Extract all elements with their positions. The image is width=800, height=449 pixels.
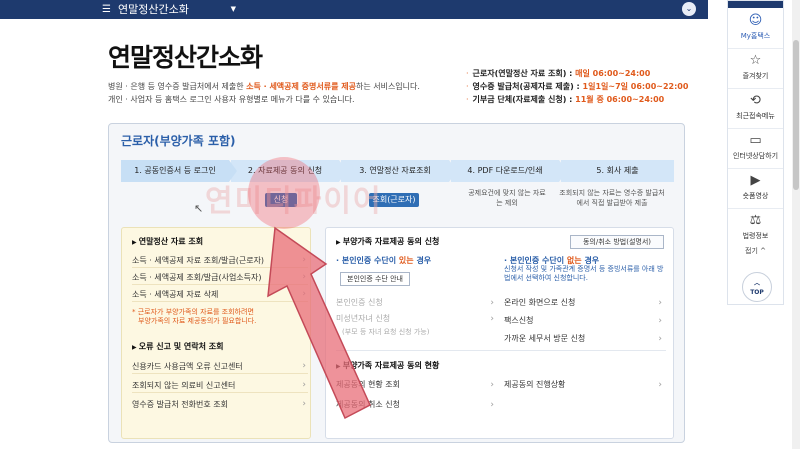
monitor-icon: ▭: [749, 133, 762, 148]
scrollbar-thumb[interactable]: [793, 40, 799, 190]
person-icon: ☺: [748, 13, 763, 28]
sidebar-item-myhometax[interactable]: ☺ My홈택스: [728, 9, 783, 49]
scroll-top-button[interactable]: ︿ TOP: [742, 272, 772, 302]
sidebar-item-consult[interactable]: ▭ 인터넷상담하기: [728, 129, 783, 169]
mouse-cursor-icon: ↖: [194, 202, 204, 215]
vertical-scrollbar[interactable]: [792, 0, 800, 449]
history-icon: ⟲: [750, 93, 761, 108]
sidebar-fold-button[interactable]: 접기 ^: [728, 246, 783, 256]
play-icon: ▶: [750, 173, 761, 188]
sidebar-item-law[interactable]: ⚖ 법령정보: [728, 209, 783, 249]
sidebar-item-shortform[interactable]: ▶ 숏폼영상: [728, 169, 783, 209]
star-icon: ☆: [749, 53, 762, 68]
chevron-up-icon: ︿: [753, 280, 760, 287]
sidebar-item-favorites[interactable]: ☆ 즐겨찾기: [728, 49, 783, 89]
pointer-arrow-icon: [267, 226, 371, 420]
sidebar-item-recent[interactable]: ⟲ 최근접속메뉴: [728, 89, 783, 129]
quick-sidebar: ☺ My홈택스 ☆ 즐겨찾기 ⟲ 최근접속메뉴 ▭ 인터넷상담하기 ▶ 숏폼영상…: [727, 0, 784, 305]
gavel-icon: ⚖: [749, 213, 762, 228]
